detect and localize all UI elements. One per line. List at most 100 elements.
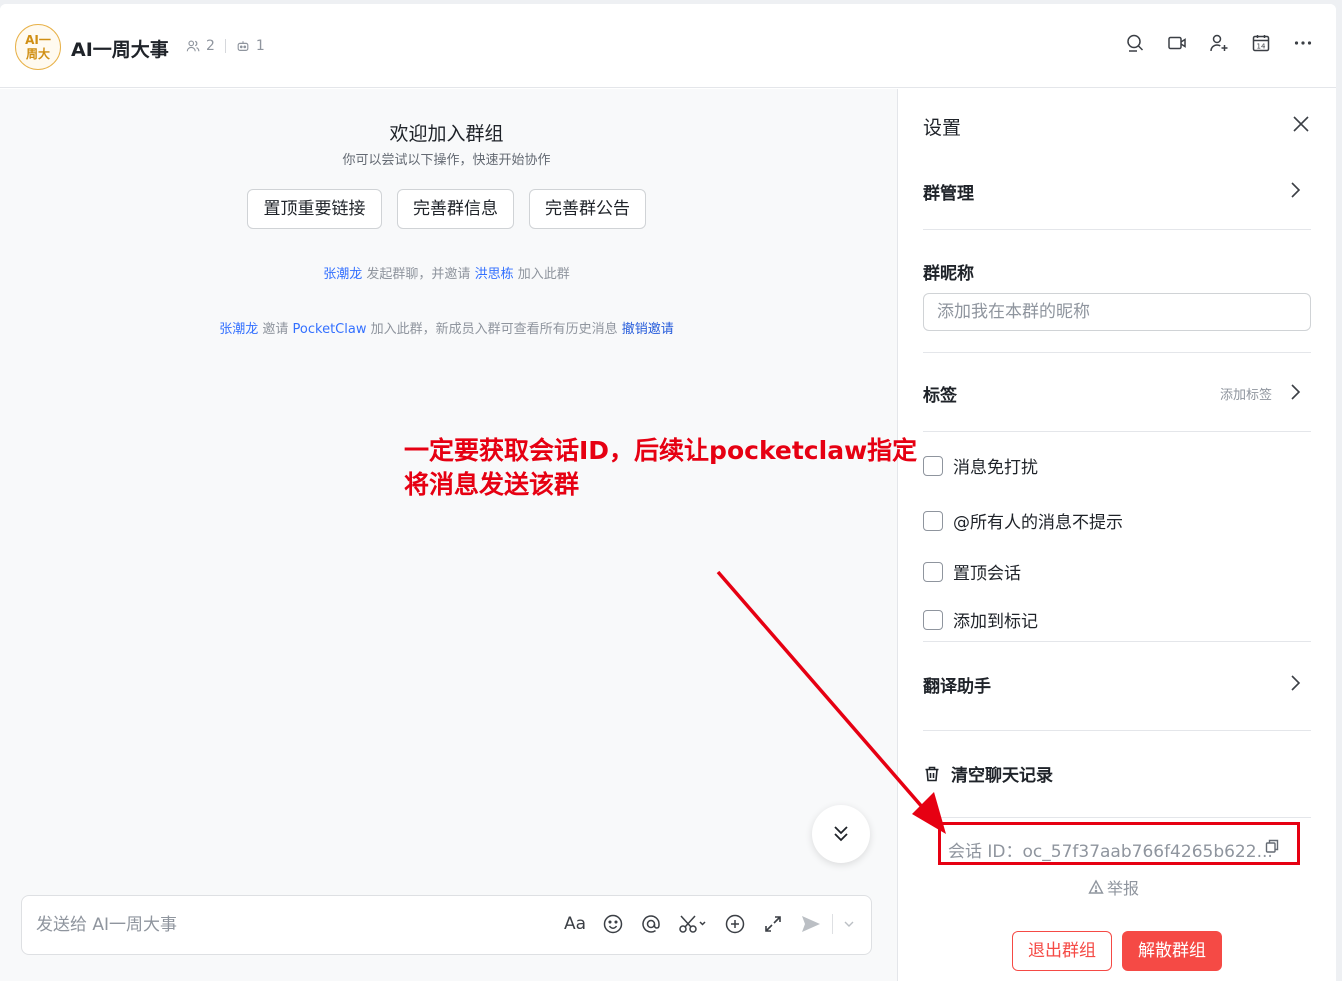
chat-area: 欢迎加入群组 你可以尝试以下操作，快速开始协作 置顶重要链接 完善群信息 完善群… [0,89,897,981]
welcome-title: 欢迎加入群组 [389,123,504,145]
system-message-created: 张潮龙 发起群聊，并邀请 洪思栋 加入此群 [0,263,893,282]
send-icon [802,916,820,932]
avatar-text-2: 周大 [25,47,50,61]
mention-all-label: @所有人的消息不提示 [953,513,1123,533]
more-button[interactable] [1292,32,1314,54]
divider [923,817,1311,818]
format-button[interactable]: Aa [564,912,586,936]
bot-icon [237,41,249,51]
add-attachment-button[interactable] [724,912,746,936]
mute-checkbox-row[interactable]: 消息免打扰 [923,453,1038,478]
search-button[interactable] [1124,32,1146,54]
pin-links-button[interactable]: 置顶重要链接 [247,189,382,229]
group-meta: 2 1 [186,38,265,54]
welcome-subtitle: 你可以尝试以下操作，快速开始协作 [342,153,551,168]
chevron-right-icon[interactable] [1288,674,1302,692]
settings-title: 设置 [923,117,962,139]
scissors-icon [679,915,706,933]
pin-chat-label: 置顶会话 [953,564,1021,584]
expand-editor-button[interactable] [762,912,784,936]
report-label: 举报 [1107,879,1140,898]
system-text: 加入此群，新成员入群可查看所有历史消息 [370,322,618,337]
pin-chat-checkbox-row[interactable]: 置顶会话 [923,559,1021,584]
mention-button[interactable] [640,912,662,936]
user-link[interactable]: 张潮龙 [323,267,362,282]
nickname-label: 群昵称 [923,264,974,284]
divider [923,641,1311,642]
add-member-button[interactable] [1208,32,1230,54]
divider [923,431,1311,432]
annotation-line-1: 一定要获取会话ID，后续让pocketclaw指定 [404,436,918,465]
mute-label: 消息免打扰 [953,458,1038,478]
annotation-text: 一定要获取会话ID，后续让pocketclaw指定 将消息发送该群 [404,434,917,502]
exit-group-button[interactable]: 退出群组 [1012,931,1112,971]
video-icon [1168,36,1186,50]
session-id: 会话 ID：oc_57f37aab766f4265b622... [948,842,1273,862]
add-marked-checkbox[interactable] [923,609,943,630]
more-icon [1294,41,1312,45]
translate-assistant-label[interactable]: 翻译助手 [923,672,991,697]
message-input[interactable] [36,910,536,940]
group-title[interactable]: AI一周大事 [71,35,169,62]
clear-history-label: 清空聊天记录 [951,766,1053,786]
text-format-icon: Aa [563,914,587,934]
complete-group-info-button[interactable]: 完善群信息 [397,189,514,229]
header-toolbar: 14 [1124,32,1314,54]
video-call-button[interactable] [1166,32,1188,54]
clear-history-button[interactable]: 清空聊天记录 [923,761,1053,786]
copy-icon[interactable] [1264,838,1280,854]
complete-announcement-button[interactable]: 完善群公告 [529,189,646,229]
plus-circle-icon [725,914,745,934]
emoji-button[interactable] [602,912,624,936]
annotation-line-2: 将消息发送该群 [404,470,580,499]
expand-icon [765,916,781,932]
calendar-day: 14 [1257,43,1266,51]
chevron-right-icon[interactable] [1288,383,1302,401]
pin-chat-checkbox[interactable] [923,561,943,582]
close-icon[interactable] [1290,113,1312,135]
group-manage-label[interactable]: 群管理 [923,179,974,204]
composer-toolbar: Aa [564,912,855,936]
composer-divider [832,914,833,934]
members-icon [186,40,200,52]
tags-label: 标签 [923,386,957,406]
calendar-icon: 14 [1252,35,1270,52]
divider [923,229,1311,230]
system-text: 加入此群 [517,267,570,282]
add-marked-checkbox-row[interactable]: 添加到标记 [923,607,1038,632]
mute-checkbox[interactable] [923,455,943,476]
settings-panel: 设置 群管理 群昵称 标签 添加标签 消息免打扰 @所有人的消息不提示 置顶会话… [897,89,1336,981]
avatar-text-1: AI一 [25,33,51,47]
invitee-link[interactable]: 洪思栋 [475,267,514,282]
chat-header: AI一 周大 AI一周大事 2 1 14 [0,4,1336,88]
invitee-link[interactable]: PocketClaw [293,322,367,337]
mention-all-checkbox-row[interactable]: @所有人的消息不提示 [923,508,1123,533]
divider [923,352,1311,353]
mention-all-checkbox[interactable] [923,510,943,531]
dissolve-group-button[interactable]: 解散群组 [1122,931,1222,971]
report-link[interactable]: 举报 [1088,875,1139,899]
chevron-right-icon[interactable] [1288,181,1302,199]
message-composer: Aa [21,895,872,955]
user-link[interactable]: 张潮龙 [219,322,258,337]
trash-icon [925,766,939,781]
send-options-button[interactable] [843,912,855,936]
double-chevron-down-icon [834,826,848,842]
app-window: AI一 周大 AI一周大事 2 1 14 欢迎加入群组 你可以尝试以下操作，快速… [0,4,1336,981]
scroll-to-bottom-button[interactable] [812,805,870,863]
at-icon [642,915,660,933]
add-tag-link[interactable]: 添加标签 [1220,384,1272,403]
system-message-invite: 张潮龙 邀请 PocketClaw 加入此群，新成员入群可查看所有历史消息 撤销… [0,318,893,337]
send-button[interactable] [800,912,822,936]
calendar-button[interactable]: 14 [1250,32,1272,54]
group-avatar[interactable]: AI一 周大 [15,24,61,70]
revoke-invite-link[interactable]: 撤销邀请 [622,322,674,337]
screenshot-button[interactable] [678,912,708,936]
divider [923,730,1311,731]
member-count[interactable]: 2 [206,38,215,54]
bot-count[interactable]: 1 [256,38,265,54]
meta-divider [224,39,226,53]
emoji-icon [603,914,623,934]
warning-icon [1088,879,1104,894]
nickname-input[interactable] [923,293,1311,331]
